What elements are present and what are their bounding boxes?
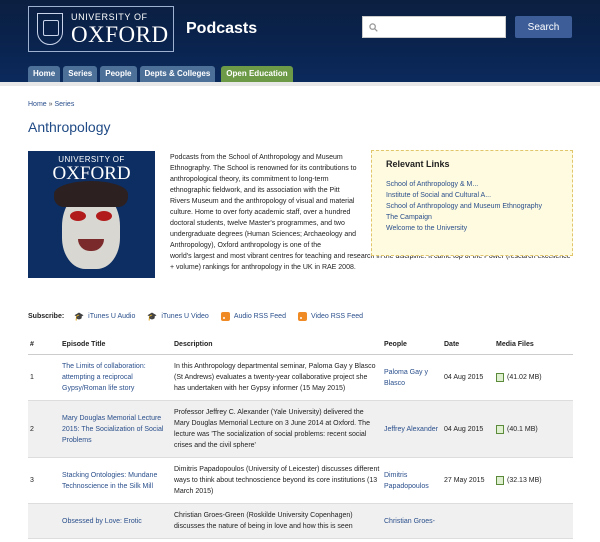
media-file-link[interactable]: (40.1 MB) bbox=[496, 424, 571, 435]
relevant-links-box: Relevant Links School of Anthropology & … bbox=[371, 150, 573, 256]
header-date: Date bbox=[442, 338, 494, 355]
episode-date: 27 May 2015 bbox=[442, 457, 494, 504]
header-number: # bbox=[28, 338, 60, 355]
row-number: 2 bbox=[28, 400, 60, 458]
download-icon bbox=[496, 476, 504, 485]
link-school-anthropology-museum[interactable]: School of Anthropology and Museum Ethnog… bbox=[386, 201, 558, 212]
tab-depts-colleges[interactable]: Depts & Colleges bbox=[139, 66, 216, 82]
episode-description: Christian Groes-Green (Roskilde Universi… bbox=[172, 503, 382, 539]
download-icon bbox=[496, 424, 504, 434]
oxford-logo[interactable]: UNIVERSITY OF OXFORD bbox=[28, 6, 174, 52]
tab-series[interactable]: Series bbox=[63, 66, 98, 82]
episode-description: Dimitris Papadopoulos (University of Lei… bbox=[172, 457, 382, 504]
link-the-campaign[interactable]: The Campaign bbox=[386, 212, 558, 223]
mask-image bbox=[54, 181, 128, 269]
table-row: Obsessed by Love: Erotic Christian Groes… bbox=[28, 503, 573, 539]
crest-icon bbox=[37, 13, 63, 45]
episode-title-link[interactable]: Obsessed by Love: Erotic bbox=[62, 518, 142, 525]
table-header-row: # Episode Title Description People Date … bbox=[28, 338, 573, 355]
link-welcome-university[interactable]: Welcome to the University bbox=[386, 223, 558, 234]
row-number: 3 bbox=[28, 457, 60, 504]
episode-media bbox=[494, 503, 573, 539]
rss-icon bbox=[220, 312, 230, 321]
episode-description: Professor Jeffrey C. Alexander (Yale Uni… bbox=[172, 400, 382, 458]
header-divider bbox=[0, 82, 600, 86]
tab-people[interactable]: People bbox=[100, 66, 137, 82]
episode-date bbox=[442, 503, 494, 539]
mortarboard-icon: 🎓 bbox=[147, 312, 158, 321]
download-icon bbox=[496, 373, 504, 382]
header-episode-title: Episode Title bbox=[60, 338, 172, 355]
mortarboard-icon: 🎓 bbox=[74, 312, 85, 321]
subscribe-bar: Subscribe: 🎓 iTunes U Audio 🎓 iTunes U Vid… bbox=[28, 312, 375, 321]
video-rss-link[interactable]: Video RSS Feed bbox=[297, 312, 363, 321]
header-people: People bbox=[382, 338, 442, 355]
link-school-anthropology-short[interactable]: School of Anthropology & M... bbox=[386, 179, 558, 190]
site-header: UNIVERSITY OF OXFORD Podcasts Search Hom… bbox=[0, 0, 600, 82]
episode-date: 04 Aug 2015 bbox=[442, 400, 494, 458]
series-description: Podcasts from the School of Anthropology… bbox=[170, 154, 357, 249]
episode-description: In this Anthropology departmental semina… bbox=[172, 354, 382, 401]
itunes-video-link[interactable]: 🎓 iTunes U Video bbox=[147, 312, 208, 321]
link-institute-social-cultural[interactable]: Institute of Social and Cultural A... bbox=[386, 190, 558, 201]
media-file-link[interactable]: (32.13 MB) bbox=[496, 475, 571, 486]
series-thumbnail: UNIVERSITY OF OXFORD bbox=[28, 151, 155, 278]
episode-people-link[interactable]: Christian Groes- bbox=[384, 518, 435, 525]
audio-rss-link[interactable]: Audio RSS Feed bbox=[220, 312, 286, 321]
header-description: Description bbox=[172, 338, 382, 355]
breadcrumb: Home » Series bbox=[28, 101, 74, 108]
episode-people-link[interactable]: Dimitris Papadopoulos bbox=[384, 472, 429, 490]
search-field[interactable] bbox=[362, 16, 506, 38]
search-button[interactable]: Search bbox=[515, 16, 572, 38]
page-title: Anthropology bbox=[28, 119, 111, 135]
main-nav: Home Series People Depts & Colleges Open… bbox=[28, 66, 293, 82]
search-icon bbox=[369, 22, 378, 32]
logo-small-text: UNIVERSITY OF bbox=[71, 11, 148, 22]
table-row: 3 Stacking Ontologies: Mundane Technosci… bbox=[28, 457, 573, 504]
episode-people-link[interactable]: Paloma Gay y Blasco bbox=[384, 369, 428, 387]
breadcrumb-home[interactable]: Home bbox=[28, 101, 47, 108]
episode-people-link[interactable]: Jeffrey Alexander bbox=[384, 426, 438, 433]
logo-big-text: OXFORD bbox=[71, 21, 169, 47]
itunes-audio-link[interactable]: 🎓 iTunes U Audio bbox=[74, 312, 135, 321]
table-row: 1 The Limits of collaboration: attemptin… bbox=[28, 354, 573, 401]
row-number bbox=[28, 503, 60, 539]
search-input[interactable] bbox=[382, 22, 502, 32]
breadcrumb-series[interactable]: Series bbox=[54, 101, 74, 108]
episode-title-link[interactable]: The Limits of collaboration: attempting … bbox=[62, 363, 146, 392]
header-media-files: Media Files bbox=[494, 338, 573, 355]
tab-open-education[interactable]: Open Education bbox=[221, 66, 293, 82]
relevant-links-title: Relevant Links bbox=[386, 159, 450, 169]
site-title[interactable]: Podcasts bbox=[186, 20, 257, 38]
episode-date: 04 Aug 2015 bbox=[442, 354, 494, 401]
episode-title-link[interactable]: Stacking Ontologies: Mundane Technoscien… bbox=[62, 472, 157, 490]
tab-home[interactable]: Home bbox=[28, 66, 61, 82]
subscribe-label: Subscribe: bbox=[28, 313, 65, 320]
rss-icon bbox=[297, 312, 307, 321]
media-file-link[interactable]: (41.02 MB) bbox=[496, 372, 571, 383]
episode-title-link[interactable]: Mary Douglas Memorial Lecture 2015: The … bbox=[62, 415, 163, 444]
row-number: 1 bbox=[28, 354, 60, 401]
table-row: 2 Mary Douglas Memorial Lecture 2015: Th… bbox=[28, 400, 573, 458]
episodes-table: # Episode Title Description People Date … bbox=[28, 338, 573, 539]
